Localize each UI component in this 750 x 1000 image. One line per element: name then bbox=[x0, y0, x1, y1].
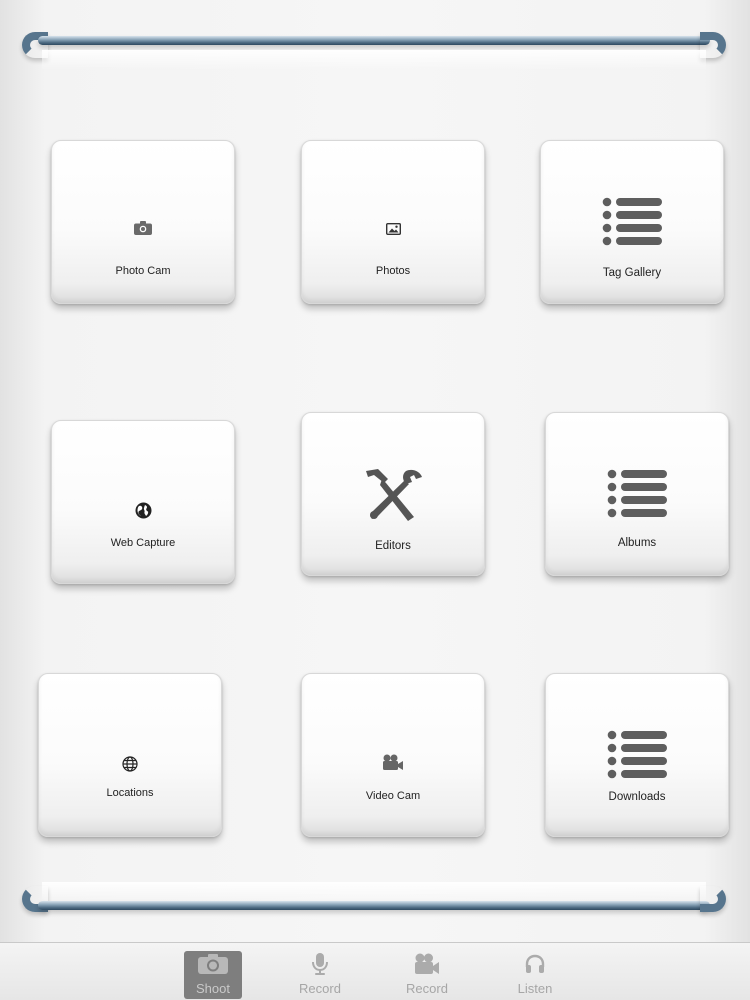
tools-icon bbox=[302, 469, 484, 521]
tile-photos[interactable]: Photos bbox=[301, 140, 485, 304]
tab-listen[interactable]: Listen bbox=[506, 951, 564, 999]
tile-label: Downloads bbox=[608, 791, 666, 803]
tile-tag-gallery[interactable]: Tag Gallery bbox=[540, 140, 724, 304]
tab-label: Record bbox=[406, 981, 448, 996]
camera-icon bbox=[184, 951, 242, 977]
video-camera-icon bbox=[398, 951, 456, 977]
headphones-icon bbox=[506, 951, 564, 977]
video-camera-icon bbox=[302, 754, 484, 771]
tile-label: Albums bbox=[617, 537, 657, 549]
tile-label: Photo Cam bbox=[115, 265, 171, 277]
globe-grid-icon bbox=[39, 756, 221, 772]
tile-web-capture[interactable]: Web Capture bbox=[51, 420, 235, 584]
tile-label: Web Capture bbox=[110, 537, 176, 549]
home-screen: Photo Cam Photos Tag Gallery Web Capture bbox=[0, 0, 750, 942]
list-icon bbox=[541, 197, 723, 247]
tile-editors[interactable]: Editors bbox=[301, 412, 485, 576]
tab-label: Shoot bbox=[196, 981, 230, 996]
tile-photo-cam[interactable]: Photo Cam bbox=[51, 140, 235, 304]
tile-video-cam[interactable]: Video Cam bbox=[301, 673, 485, 837]
tab-label: Listen bbox=[517, 981, 553, 996]
tile-label: Video Cam bbox=[365, 790, 421, 802]
microphone-icon bbox=[291, 951, 349, 977]
tab-record-audio[interactable]: Record bbox=[291, 951, 349, 999]
tab-record-video[interactable]: Record bbox=[398, 951, 456, 999]
list-icon bbox=[546, 730, 728, 780]
image-icon bbox=[302, 223, 484, 235]
camera-icon bbox=[52, 221, 234, 235]
tab-label: Record bbox=[299, 981, 341, 996]
tile-label: Tag Gallery bbox=[602, 267, 662, 279]
top-chrome-rail bbox=[22, 30, 726, 70]
tile-downloads[interactable]: Downloads bbox=[545, 673, 729, 837]
list-icon bbox=[546, 469, 728, 519]
tab-shoot[interactable]: Shoot bbox=[184, 951, 242, 999]
globe-icon bbox=[52, 502, 234, 519]
tile-locations[interactable]: Locations bbox=[38, 673, 222, 837]
tile-label: Locations bbox=[106, 787, 154, 799]
tile-label: Photos bbox=[375, 265, 411, 277]
tile-albums[interactable]: Albums bbox=[545, 412, 729, 576]
bottom-chrome-rail bbox=[22, 882, 726, 916]
tile-label: Editors bbox=[375, 540, 411, 552]
tab-bar: Shoot Record Record Listen bbox=[0, 942, 750, 1000]
